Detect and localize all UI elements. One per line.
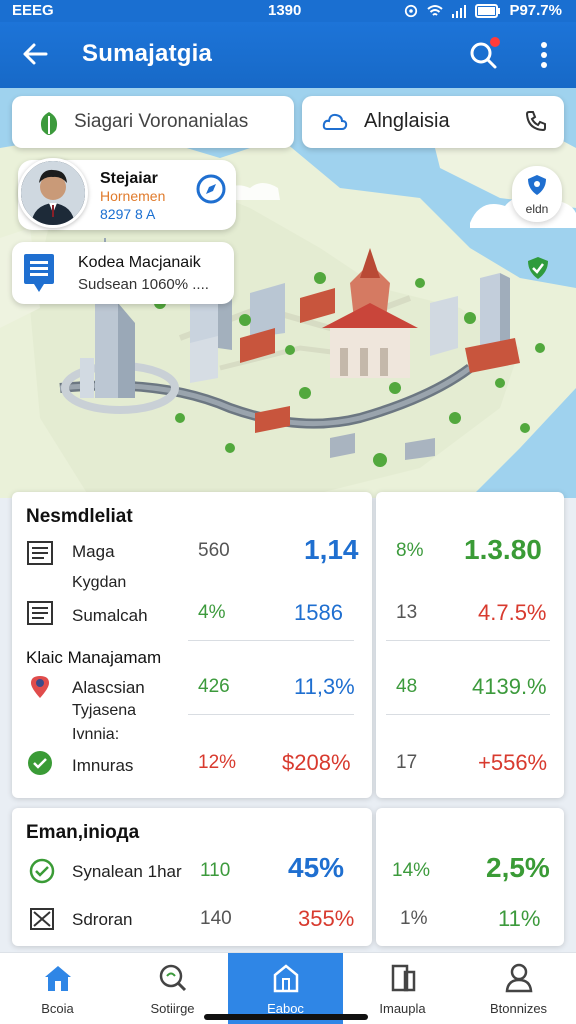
- compass-icon[interactable]: [196, 174, 226, 204]
- notice-subtitle: Sudsean 1060% ....: [78, 276, 209, 293]
- person-icon: [505, 963, 533, 993]
- side-value: 1%: [400, 908, 428, 929]
- side-value: 13: [396, 602, 418, 623]
- side-value: 14%: [392, 860, 431, 881]
- stats-panel-bottom-side: 14% 2,5% 1% 11%: [376, 808, 564, 946]
- status-time: 1390: [268, 2, 302, 19]
- cloud-pin-icon: [322, 113, 348, 130]
- row-label: Sumalcah: [72, 606, 148, 625]
- document-icon: [391, 964, 416, 992]
- row-value: 4%: [198, 602, 226, 623]
- battery-level: P97.7%: [509, 2, 562, 19]
- section-title: Klaic Manajamam: [26, 648, 162, 667]
- nav-label: Btonnizes: [489, 1001, 548, 1016]
- profile-name: Stejaiar: [100, 170, 158, 187]
- row-value: 140: [200, 908, 232, 929]
- notice-card[interactable]: Kodea Macjanaik Sudsean 1060% ....: [12, 242, 234, 304]
- row-label: Alascsian: [72, 678, 145, 697]
- row-sublabel: Kygdan: [72, 574, 127, 591]
- section-title: Nesmdleliat: [26, 506, 133, 527]
- list-doc-icon: [27, 601, 53, 625]
- check-shield-icon[interactable]: [526, 256, 550, 280]
- side-value: 8%: [396, 540, 424, 561]
- cross-doc-icon: [30, 908, 54, 930]
- side-highlight: 4139.%: [472, 674, 547, 699]
- back-arrow-icon[interactable]: [20, 39, 50, 69]
- divider: [386, 714, 550, 715]
- search-chip-text: Siagari Voronanialas: [74, 111, 249, 132]
- building-icon: [273, 964, 299, 993]
- row-sublabel: Tyjasena: [72, 702, 137, 719]
- row-label: Sdroran: [72, 910, 133, 929]
- profile-card[interactable]: Stejaiar Hornemen 8297 8 A: [18, 158, 236, 230]
- profile-role: Hornemen: [100, 188, 166, 204]
- home-icon: [45, 966, 71, 991]
- location-chip[interactable]: Alnglaisia: [302, 96, 564, 148]
- row-highlight: 45%: [288, 852, 345, 883]
- row-label: Imnuras: [72, 756, 134, 775]
- status-carrier: EEEG: [12, 2, 54, 19]
- wifi-icon: [427, 4, 444, 16]
- more-vert-icon[interactable]: [536, 40, 552, 70]
- row-highlight: 355%: [298, 906, 355, 931]
- document-pin-icon: [24, 254, 54, 292]
- location-chip-text: Alnglaisia: [364, 110, 450, 132]
- row-highlight: 11,3%: [294, 674, 355, 699]
- side-highlight: 4.7.5%: [478, 600, 547, 625]
- side-highlight: 2,5%: [486, 852, 550, 883]
- map-marker-chip[interactable]: eldn: [512, 166, 562, 222]
- side-highlight: 1.3.80: [464, 534, 542, 565]
- check-outline-icon: [29, 858, 55, 884]
- nav-item-profile[interactable]: Btonnizes: [461, 953, 576, 1024]
- stats-panel-side: 8% 1.3.80 13 4.7.5% 48 4139.% 17 +556%: [376, 492, 564, 798]
- avatar: [18, 158, 88, 228]
- battery-icon: [475, 3, 501, 18]
- divider: [188, 640, 354, 641]
- page-title: Sumajatgia: [82, 40, 213, 67]
- nav-item-home[interactable]: Bcoia: [0, 953, 115, 1024]
- side-highlight: 11%: [498, 906, 541, 931]
- person-portrait-icon: [21, 161, 85, 225]
- row-label: Maga: [72, 542, 115, 561]
- side-highlight: +556%: [478, 750, 548, 775]
- row-highlight: 1586: [294, 600, 343, 625]
- leaf-icon: [40, 112, 58, 135]
- search-icon: [159, 964, 187, 992]
- row-value: 426: [198, 676, 230, 697]
- divider: [386, 640, 550, 641]
- list-doc-icon: [27, 541, 53, 565]
- row-value: 110: [200, 860, 231, 881]
- status-icons: P97.7%: [403, 2, 562, 19]
- row-highlight: $208%: [282, 750, 351, 775]
- search-button[interactable]: [468, 37, 500, 70]
- status-bar: EEEG 1390 P97.7%: [0, 0, 576, 22]
- destination-search-chip[interactable]: Siagari Voronanialas: [12, 96, 294, 148]
- row-value: 560: [198, 540, 230, 561]
- side-value: 48: [396, 676, 418, 697]
- stats-panel-main: Nesmdleliat Maga Kygdan 560 1,14 Sumalca…: [12, 492, 372, 798]
- shield-icon: [528, 175, 546, 195]
- notification-dot: [490, 37, 500, 47]
- app-bar: Sumajatgia: [0, 22, 576, 88]
- row-highlight: 1,14: [304, 534, 359, 565]
- profile-code: 8297 8 A: [100, 206, 156, 222]
- check-circle-icon: [28, 751, 52, 775]
- row-prelabel: Ivnnia:: [72, 726, 120, 743]
- map-marker-label: eldn: [525, 202, 549, 216]
- stats-panel-bottom: Eman,iniода Synalean 1har 110 45% Sdrora…: [12, 808, 372, 946]
- signal-icon: [452, 4, 467, 18]
- section-title: Eman,iniода: [26, 822, 140, 843]
- row-value: 12%: [198, 752, 237, 773]
- notice-title: Kodea Macjanaik: [78, 254, 201, 271]
- phone-icon[interactable]: [524, 109, 548, 133]
- nav-label: Bcoia: [41, 1001, 74, 1016]
- row-label: Synalean 1har: [72, 862, 182, 881]
- side-value: 17: [396, 752, 418, 773]
- alarm-icon: [405, 4, 418, 17]
- divider: [188, 714, 354, 715]
- home-indicator[interactable]: [204, 1014, 368, 1020]
- location-pin-icon: [31, 676, 49, 698]
